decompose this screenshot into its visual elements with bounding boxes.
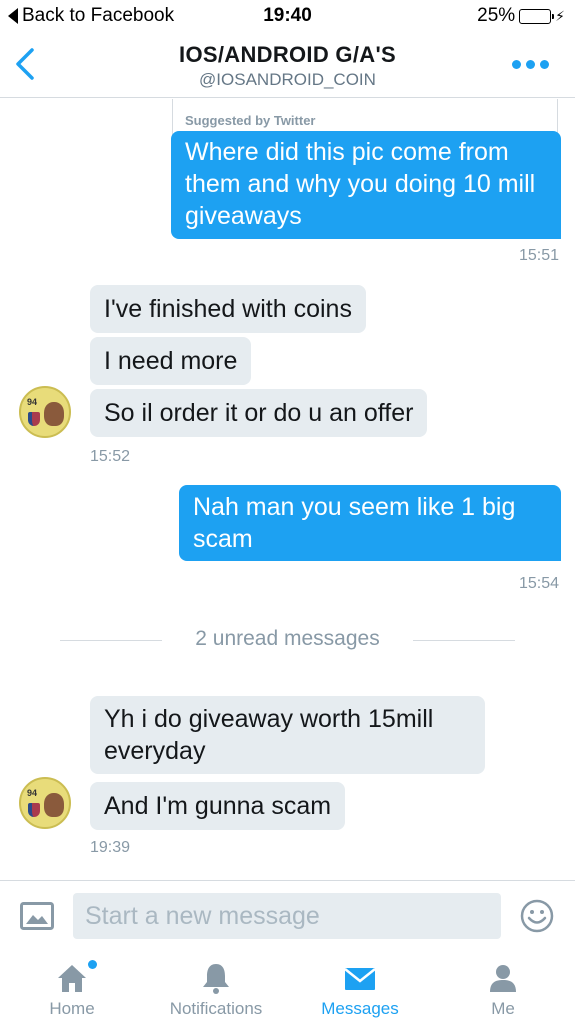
envelope-icon [344,968,376,990]
battery-icon [519,8,555,24]
message-bubble-incoming[interactable]: I need more [90,337,252,385]
image-icon[interactable] [20,902,54,930]
conversation-header: IOS/ANDROID G/A'S @IOSANDROID_COIN [0,32,575,98]
person-icon [490,965,516,992]
tab-notifications[interactable]: Notifications [156,950,276,1024]
more-dot [526,60,535,69]
conversation-title: IOS/ANDROID G/A'S [179,42,396,67]
message-composer [0,880,575,950]
message-bubble-incoming[interactable]: And I'm gunna scam [90,782,346,830]
tab-me[interactable]: Me [453,950,553,1024]
battery-status: 25% ⚡ [477,5,565,27]
status-bar: Back to Facebook 19:40 25% ⚡ [0,0,575,32]
tab-messages[interactable]: Messages [310,950,410,1024]
message-bubble-outgoing[interactable]: Nah man you seem like 1 big scam [179,485,561,561]
bell-icon [203,964,229,994]
message-input[interactable] [73,893,501,939]
suggested-label: Suggested by Twitter [185,113,316,128]
charging-bolt-icon: ⚡ [555,7,565,24]
message-bubble-incoming[interactable]: So il order it or do u an offer [90,389,428,437]
unread-divider-label: 2 unread messages [195,627,380,650]
more-options-button[interactable] [512,60,549,69]
message-thread[interactable]: Suggested by Twitter Where did this pic … [0,99,575,880]
club-crest-icon [28,803,40,817]
player-face-icon [44,793,64,817]
message-bubble-incoming[interactable]: Yh i do giveaway worth 15mill everyday [90,696,485,774]
notification-dot [88,960,97,969]
divider-line [413,640,515,641]
battery-percent: 25% [477,5,516,26]
tab-home[interactable]: Home [22,950,122,1024]
tab-label: Home [49,999,95,1018]
home-icon [58,965,86,992]
emoji-icon[interactable] [520,899,554,933]
message-timestamp: 15:51 [518,247,559,264]
avatar-rating: 94 [27,397,38,407]
message-timestamp: 15:52 [90,448,131,465]
club-crest-icon [28,412,40,426]
tab-bar: Home Notifications Messages Me [0,950,575,1024]
tab-label: Me [491,999,515,1018]
message-bubble-incoming[interactable]: I've finished with coins [90,285,366,333]
sender-avatar[interactable]: 94 [19,777,71,829]
tab-label: Messages [321,999,399,1018]
player-face-icon [44,402,64,426]
message-bubble-outgoing[interactable]: Where did this pic come from them and wh… [171,131,561,239]
more-dot [540,60,549,69]
message-timestamp: 19:39 [90,839,131,856]
more-dots-icon [512,60,521,69]
conversation-handle: @IOSANDROID_COIN [199,70,376,89]
message-timestamp: 15:54 [518,575,559,592]
avatar-rating: 94 [27,788,38,798]
sender-avatar[interactable]: 94 [19,386,71,438]
tab-label: Notifications [169,999,263,1018]
